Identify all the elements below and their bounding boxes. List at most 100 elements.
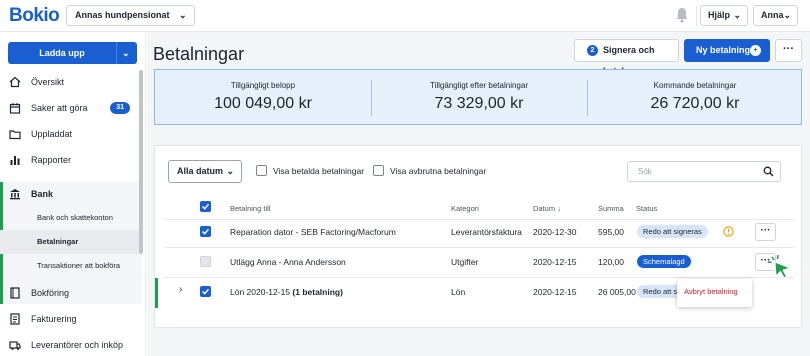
column-header-to[interactable]: Betalning till (230, 204, 270, 213)
show-paid-label: Visa betalda betalningar (273, 166, 365, 176)
sidebar-item-fakturering[interactable]: Fakturering (0, 307, 142, 331)
status-badge: Schemalagd (637, 255, 691, 268)
search-placeholder: Sök (638, 167, 652, 176)
sidebar-item-label: Saker att göra (31, 103, 88, 113)
divider (164, 277, 794, 278)
row-checkbox[interactable] (200, 286, 211, 297)
column-header-status[interactable]: Status (636, 204, 657, 213)
payment-recipient[interactable]: Utlägg Anna - Anna Andersson (230, 257, 346, 267)
sidebar-scrollbar[interactable] (139, 70, 143, 254)
sidebar-subitem-bank-och-skattekonton[interactable]: Bank och skattekonton (0, 206, 142, 230)
show-cancelled-checkbox[interactable]: Visa avbrutna betalningar (373, 165, 486, 177)
divider (164, 219, 794, 220)
sidebar-item-oversikt[interactable]: Översikt (0, 70, 142, 94)
sidebar-item-label: Rapporter (31, 155, 72, 165)
pointer-cursor-icon (767, 254, 792, 279)
new-payment-button[interactable]: Ny betalning + (684, 39, 770, 62)
bokio-logo[interactable]: Bokio (9, 5, 60, 27)
select-all-checkbox[interactable] (200, 201, 211, 212)
top-bar: Bokio Annas hundpensionat ⌄ Hjälp ⌄ Anna… (0, 0, 810, 32)
payment-category: Utgifter (451, 257, 479, 267)
status-badge: Redo att signeras (637, 225, 708, 238)
search-icon[interactable] (763, 166, 774, 177)
column-header-category[interactable]: Kategori (451, 204, 479, 213)
chevron-down-icon: ⌄ (178, 10, 187, 20)
folder-icon (9, 130, 21, 140)
chevron-down-icon[interactable]: ⌄ (122, 42, 130, 64)
payment-recipient[interactable]: Lön 2020-12-15 (1 betalning) (230, 287, 343, 297)
date-filter-select[interactable]: Alla datum ⌄ (168, 160, 242, 183)
sidebar-item-uppladdat[interactable]: Uppladdat (0, 122, 142, 146)
show-paid-checkbox[interactable]: Visa betalda betalningar (256, 165, 364, 177)
row-action-menu: Avbryt betalning (677, 279, 752, 307)
chevron-down-icon: ⌄ (226, 166, 234, 176)
sidebar-item-bank[interactable]: Bank (0, 182, 142, 206)
upload-button[interactable]: Ladda upp ⌄ (8, 42, 137, 64)
bar-chart-icon (10, 156, 20, 165)
bell-icon[interactable] (675, 7, 689, 23)
payment-recipient-main: Lön 2020-12-15 (230, 287, 291, 297)
summary-title: Tillgängligt belopp (230, 81, 296, 90)
divider (116, 42, 117, 64)
todo-count-badge: 31 (110, 102, 130, 114)
new-payment-label: Ny betalning (696, 45, 751, 55)
sidebar-item-rapporter[interactable]: Rapporter (0, 148, 142, 172)
sidebar: Ladda upp ⌄ Översikt Saker att göra 31 U… (0, 32, 146, 356)
sidebar-item-label: Översikt (31, 77, 65, 87)
more-options-button[interactable]: ··· (775, 39, 802, 62)
warning-icon[interactable] (723, 226, 734, 237)
sidebar-item-leverantorer[interactable]: Leverantörer och inköp (0, 333, 142, 356)
checkbox[interactable] (256, 165, 267, 176)
payment-sum: 26 005,00 (598, 287, 636, 297)
chevron-down-icon: ⌄ (733, 10, 741, 20)
payment-sum: 120,00 (598, 257, 624, 267)
summary-value: 73 329,00 kr (434, 95, 524, 112)
main-content: Betalningar 2 Signera och betala Ny beta… (147, 32, 810, 356)
user-label: Anna (761, 10, 784, 20)
sidebar-item-label: Bokföring (31, 288, 70, 298)
payment-date: 2020-12-15 (533, 257, 577, 267)
summary-available: Tillgängligt belopp 100 049,00 kr (155, 70, 371, 126)
sidebar-item-saker-att-gora[interactable]: Saker att göra 31 (0, 96, 142, 120)
sign-and-pay-button[interactable]: 2 Signera och betala (574, 39, 679, 76)
sidebar-subitem-betalningar[interactable]: Betalningar (0, 230, 142, 254)
summary-value: 100 049,00 kr (214, 95, 312, 112)
summary-title: Tillgängligt efter betalningar (430, 81, 528, 90)
user-menu[interactable]: Anna ⌄ (753, 5, 798, 26)
sidebar-subitem-transaktioner[interactable]: Transaktioner att bokföra (0, 254, 142, 278)
help-menu[interactable]: Hjälp ⌄ (700, 5, 748, 26)
sidebar-item-label: Uppladdat (31, 129, 73, 139)
row-more-button[interactable]: ··· (755, 223, 776, 241)
sign-count-badge: 2 (587, 45, 598, 56)
cancel-payment-menu-item[interactable]: Avbryt betalning (684, 287, 738, 296)
sidebar-item-bokforing[interactable]: Bokföring (0, 281, 142, 305)
divider (164, 247, 794, 248)
expand-chevron-icon[interactable]: › (179, 284, 182, 295)
help-label: Hjälp (708, 10, 731, 20)
home-icon (9, 76, 21, 88)
row-checkbox[interactable] (200, 226, 211, 237)
summary-title: Kommande betalningar (653, 81, 737, 90)
column-header-sum[interactable]: Summa (598, 204, 624, 213)
balance-summary: Tillgängligt belopp 100 049,00 kr Tillgä… (154, 69, 802, 125)
payment-category: Leverantörsfaktura (451, 227, 522, 237)
invoice-icon (10, 313, 20, 325)
sidebar-item-label: Fakturering (31, 314, 77, 324)
calendar-icon (9, 103, 21, 114)
chevron-down-icon: ⌄ (783, 10, 791, 20)
row-checkbox[interactable] (200, 256, 211, 267)
show-cancelled-label: Visa avbrutna betalningar (390, 166, 487, 176)
date-filter-value: Alla datum (177, 166, 224, 176)
divider (696, 6, 697, 26)
column-header-date[interactable]: Datum ↓ (533, 204, 561, 213)
sidebar-item-label: Bank (31, 189, 54, 199)
company-name: Annas hundpensionat (75, 10, 170, 20)
bank-icon (10, 189, 20, 200)
checkbox[interactable] (373, 165, 384, 176)
payment-recipient[interactable]: Reparation dator - SEB Factoring/Macforu… (230, 227, 396, 237)
search-input[interactable]: Sök (627, 161, 781, 182)
payment-category: Lön (451, 287, 466, 297)
summary-upcoming: Kommande betalningar 26 720,00 kr (587, 70, 803, 126)
plus-icon: + (750, 45, 761, 56)
company-selector[interactable]: Annas hundpensionat ⌄ (66, 5, 195, 26)
